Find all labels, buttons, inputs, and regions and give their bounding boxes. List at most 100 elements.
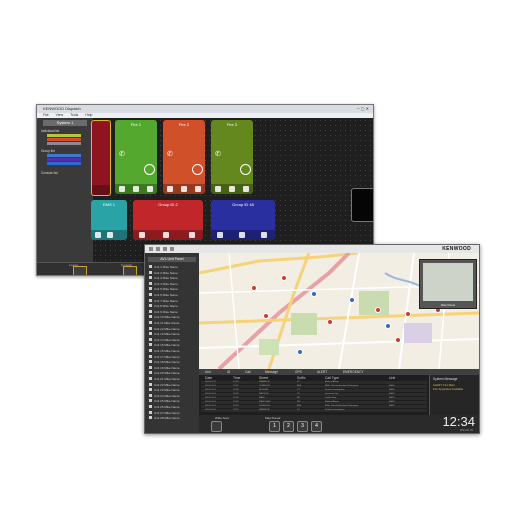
- channel-card[interactable]: Fire 2 ✆: [163, 120, 205, 194]
- unit-checkbox-icon[interactable]: [149, 399, 152, 403]
- table-row[interactable]: 2014.01.01 12:00 WARRIOR ST Medical Alarm: [201, 381, 427, 384]
- sidebar-item[interactable]: [47, 162, 81, 165]
- ptt-ring-icon[interactable]: [192, 164, 203, 175]
- preset-button-1[interactable]: 1: [269, 421, 280, 432]
- unit-list-item[interactable]: Unit 22 Mike Name: [149, 382, 195, 387]
- column-header[interactable]: Date: [205, 376, 212, 380]
- unit-list-item[interactable]: Unit 10 Mike Name: [149, 315, 195, 319]
- toolbar-icon[interactable]: [163, 247, 167, 251]
- unit-list-item[interactable]: Unit 12 Mike Name: [149, 326, 195, 331]
- column-header[interactable]: Unit: [389, 376, 395, 380]
- sidebar-item[interactable]: [47, 142, 81, 145]
- unit-checkbox-icon[interactable]: [149, 410, 152, 414]
- unit-list-item[interactable]: Unit 16 Mike Name: [149, 349, 195, 353]
- menu-file[interactable]: File: [43, 113, 49, 117]
- unit-checkbox-icon[interactable]: [149, 337, 152, 341]
- unit-checkbox-icon[interactable]: [149, 382, 152, 386]
- unit-marker-icon[interactable]: [405, 311, 411, 317]
- unit-checkbox-icon[interactable]: [149, 293, 152, 296]
- unit-list-item[interactable]: Unit 9 Mike Name: [149, 309, 195, 314]
- unit-marker-icon[interactable]: [297, 349, 303, 355]
- sidebar-item[interactable]: [47, 154, 81, 157]
- preset-button-4[interactable]: 4: [311, 421, 322, 432]
- unit-list-item[interactable]: Unit 3 Mike Name: [149, 276, 195, 280]
- unit-checkbox-icon[interactable]: [149, 365, 152, 369]
- column-header[interactable]: Street: [259, 376, 268, 380]
- table-row[interactable]: 2014.01.01 12:03 HOLDEN ST Smoke Investigati…: [201, 389, 427, 392]
- column-header[interactable]: Call Type: [325, 376, 339, 380]
- unit-checkbox-icon[interactable]: [149, 287, 152, 291]
- unit-marker-icon[interactable]: [349, 297, 355, 303]
- wide-area-button[interactable]: [211, 421, 222, 432]
- unit-list-item[interactable]: Unit 8 Mike Name: [149, 304, 195, 308]
- unit-checkbox-icon[interactable]: [149, 332, 152, 336]
- unit-checkbox-icon[interactable]: [149, 265, 152, 268]
- unit-marker-icon[interactable]: [251, 285, 257, 291]
- unit-checkbox-icon[interactable]: [149, 405, 152, 408]
- unit-checkbox-icon[interactable]: [149, 298, 152, 302]
- empty-card-slot[interactable]: [351, 188, 373, 222]
- unit-list-item[interactable]: Unit 5 Mike Name: [149, 287, 195, 291]
- unit-list-item[interactable]: Unit 1 Mike Name: [149, 265, 195, 269]
- window-controls-icon[interactable]: ─ ▢ ✕: [357, 105, 369, 113]
- unit-checkbox-icon[interactable]: [149, 393, 152, 397]
- table-row[interactable]: 2014.01.01 12:06 MAIN RD Traffic Stop M010: [201, 397, 427, 400]
- sidebar-item[interactable]: [47, 134, 81, 137]
- toolbar-icon[interactable]: [149, 247, 153, 251]
- unit-marker-icon[interactable]: [375, 307, 381, 313]
- unit-marker-icon[interactable]: [281, 275, 287, 281]
- unit-list-item[interactable]: Unit 26 Mike Name: [149, 405, 195, 409]
- group-label-individual[interactable]: Individual list: [41, 129, 59, 133]
- table-row[interactable]: 2014.01.01 12:12 WARRIOR ST Smoke Investigat…: [201, 409, 427, 412]
- unit-checkbox-icon[interactable]: [149, 309, 152, 313]
- unit-marker-icon[interactable]: [395, 337, 401, 343]
- column-header[interactable]: Suffix: [297, 376, 305, 380]
- unit-checkbox-icon[interactable]: [149, 349, 152, 352]
- minimap-view[interactable]: [423, 263, 473, 301]
- toolbar-icon[interactable]: [170, 247, 174, 251]
- preset-button-2[interactable]: 2: [283, 421, 294, 432]
- unit-list-item[interactable]: Unit 4 Mike Name: [149, 281, 195, 286]
- ptt-ring-icon[interactable]: [144, 164, 155, 175]
- table-row[interactable]: 2014.01.01 12:08 MAIN LAKE RD Medical Alarm M…: [201, 401, 427, 404]
- overview-minimap[interactable]: Map Panel: [419, 259, 477, 309]
- channel-card[interactable]: Fire 1 ✆: [115, 120, 157, 194]
- unit-list-item[interactable]: Unit 6 Mike Name: [149, 293, 195, 297]
- unit-checkbox-icon[interactable]: [149, 321, 152, 324]
- table-row[interactable]: 2014.01.01 12:01 JOHNSON AVE EMS, Vehicle Ac…: [201, 385, 427, 388]
- unit-checkbox-icon[interactable]: [149, 371, 152, 375]
- menu-tools[interactable]: Tools: [70, 113, 78, 117]
- unit-marker-icon[interactable]: [327, 319, 333, 325]
- channel-card[interactable]: EMS 1: [91, 200, 127, 240]
- unit-list-item[interactable]: Unit 11 Mike Name: [149, 321, 195, 325]
- menu-view[interactable]: View: [56, 113, 64, 117]
- ptt-ring-icon[interactable]: [240, 164, 251, 175]
- channel-card[interactable]: Group ID 48: [211, 200, 275, 240]
- logout-button[interactable]: [73, 266, 87, 275]
- table-row[interactable]: 2014.01.01 12:10 JOHNSON AVE EMS, Vehicle Ac…: [201, 405, 427, 408]
- unit-list-item[interactable]: Unit 28 Mike Name: [149, 416, 195, 420]
- unit-checkbox-icon[interactable]: [149, 343, 152, 347]
- channel-card[interactable]: Group ID 2: [133, 200, 203, 240]
- unit-list-item[interactable]: Unit 24 Mike Name: [149, 393, 195, 398]
- unit-checkbox-icon[interactable]: [149, 315, 152, 319]
- sidebar-item[interactable]: [47, 158, 81, 161]
- preset-button-3[interactable]: 3: [297, 421, 308, 432]
- channel-card[interactable]: Fire 3 ✆: [211, 120, 253, 194]
- unit-list-item[interactable]: Unit 13 Mike Name: [149, 332, 195, 336]
- unit-list-item[interactable]: Unit 2 Mike Name: [149, 270, 195, 275]
- column-header[interactable]: Time: [233, 376, 240, 380]
- unit-checkbox-icon[interactable]: [149, 360, 152, 364]
- unit-list-item[interactable]: Unit 25 Mike Name: [149, 399, 195, 403]
- unit-checkbox-icon[interactable]: [149, 416, 152, 420]
- unit-list-item[interactable]: Unit 23 Mike Name: [149, 388, 195, 392]
- toolbar-icon[interactable]: [156, 247, 160, 251]
- sidebar-item[interactable]: [47, 138, 81, 141]
- unit-list-item[interactable]: Unit 20 Mike Name: [149, 371, 195, 375]
- menu-help[interactable]: Help: [85, 113, 92, 117]
- console-button[interactable]: [123, 266, 137, 275]
- unit-marker-icon[interactable]: [263, 313, 269, 319]
- unit-checkbox-icon[interactable]: [149, 281, 152, 285]
- group-label-console[interactable]: Console list: [41, 171, 57, 175]
- unit-checkbox-icon[interactable]: [149, 388, 152, 392]
